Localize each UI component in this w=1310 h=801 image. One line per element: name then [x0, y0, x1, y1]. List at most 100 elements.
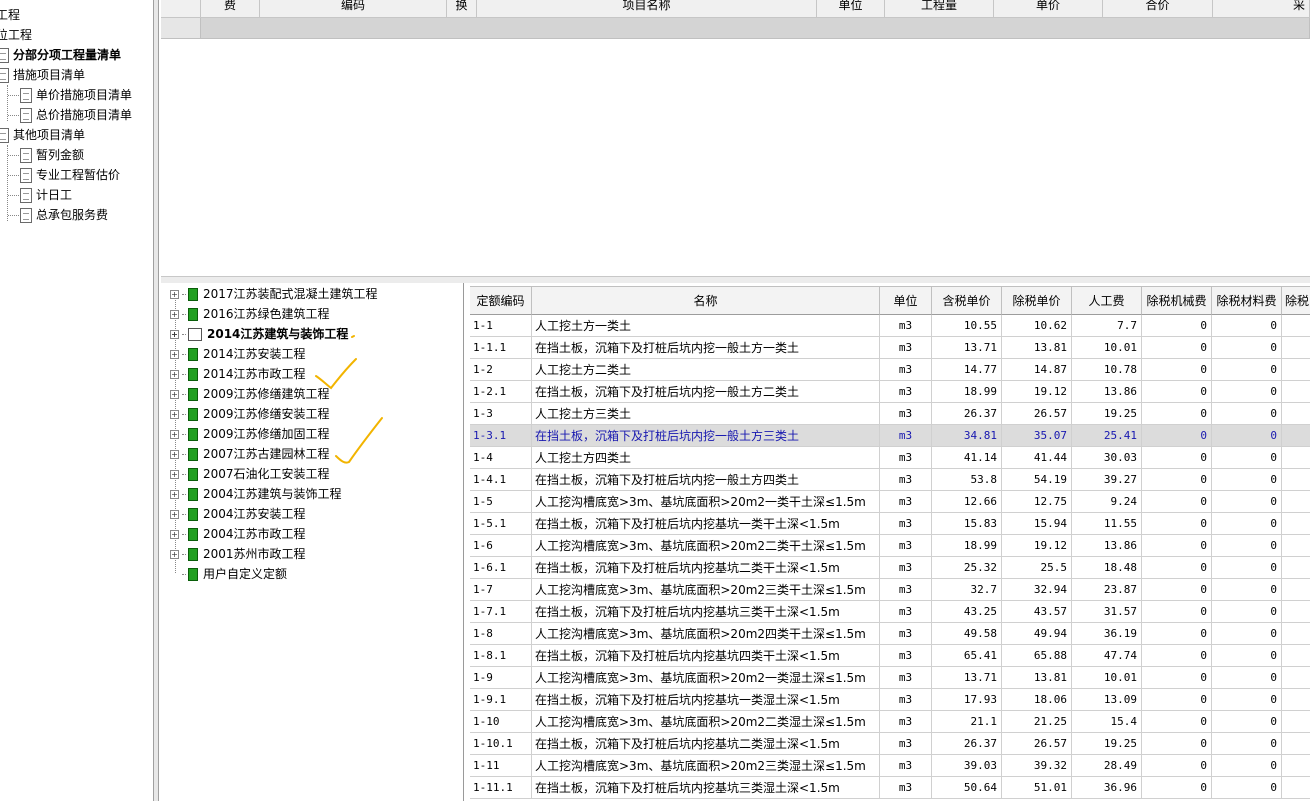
library-tree-item[interactable]: +2014江苏建筑与装饰工程	[170, 324, 348, 344]
project-tree-item[interactable]: 措施项目清单	[0, 65, 85, 85]
library-tree-item[interactable]: +2001苏州市政工程	[170, 544, 306, 564]
header-unit[interactable]: 单位	[880, 286, 932, 315]
bill-item-row[interactable]	[201, 18, 1310, 39]
book-icon	[188, 308, 198, 321]
header-quantity[interactable]: 工程量	[885, 0, 994, 18]
expand-icon[interactable]: +	[170, 370, 179, 379]
tax-excl-price-cell: 51.01	[1002, 777, 1072, 799]
quota-row[interactable]: 1-6 人工挖沟槽底宽>3m、基坑底面积>20m2二类干土深≤1.5m m3 18.9…	[470, 535, 1310, 557]
quota-row[interactable]: 1-6.1 在挡土板，沉箱下及打桩后坑内挖基坑二类干土深<1.5m m3 25.32 2…	[470, 557, 1310, 579]
horizontal-splitter[interactable]	[161, 276, 1310, 283]
project-tree-item-label: 总承包服务费	[36, 208, 109, 222]
header-tax-excl-price[interactable]: 除税单价	[1002, 286, 1072, 315]
quota-row[interactable]: 1-11 人工挖沟槽底宽>3m、基坑底面积>20m2三类湿土深≤1.5m m3 39.…	[470, 755, 1310, 777]
expand-icon[interactable]: +	[170, 350, 179, 359]
quota-row[interactable]: 1-11.1 在挡土板，沉箱下及打桩后坑内挖基坑三类湿土深<1.5m m3 50.64…	[470, 777, 1310, 799]
quota-name-cell: 在挡土板，沉箱下及打桩后坑内挖一般土方三类土	[532, 425, 880, 447]
header-total-price[interactable]: 合价	[1103, 0, 1213, 18]
library-tree-item[interactable]: +2009江苏修缮安装工程	[170, 404, 330, 424]
header-replace[interactable]: 换	[447, 0, 477, 18]
machine-cost-cell: 0	[1142, 623, 1212, 645]
header-labor-cost[interactable]: 人工费	[1072, 286, 1142, 315]
header-tax-incl-price[interactable]: 含税单价	[932, 286, 1002, 315]
tax-excl-other-cell	[1282, 491, 1310, 513]
tax-incl-price-cell: 21.1	[932, 711, 1002, 733]
project-tree-item[interactable]: 专业工程暂估价	[20, 165, 120, 185]
library-tree-item[interactable]: +2009江苏修缮加固工程	[170, 424, 330, 444]
expand-icon[interactable]: +	[170, 290, 179, 299]
labor-cost-cell: 30.03	[1072, 447, 1142, 469]
project-tree-item[interactable]: 计日工	[20, 185, 72, 205]
library-tree-item[interactable]: +2004江苏市政工程	[170, 524, 306, 544]
project-tree-item[interactable]: 位工程	[0, 25, 32, 45]
library-tree-item[interactable]: 用户自定义定额	[170, 564, 287, 584]
library-tree-item[interactable]: +2004江苏安装工程	[170, 504, 306, 524]
expand-icon[interactable]: +	[170, 510, 179, 519]
tax-incl-price-cell: 49.58	[932, 623, 1002, 645]
library-tree-item[interactable]: +2009江苏修缮建筑工程	[170, 384, 330, 404]
material-cost-cell: 0	[1212, 535, 1282, 557]
project-tree-item[interactable]: 分部分项工程量清单	[0, 45, 121, 65]
library-tree-item[interactable]: +2014江苏市政工程	[170, 364, 306, 384]
header-unit-price[interactable]: 单价	[994, 0, 1103, 18]
tax-incl-price-cell: 43.25	[932, 601, 1002, 623]
quota-row[interactable]: 1-9 人工挖沟槽底宽>3m、基坑底面积>20m2一类湿土深≤1.5m m3 13.7…	[470, 667, 1310, 689]
tax-incl-price-cell: 41.14	[932, 447, 1002, 469]
expand-icon[interactable]: +	[170, 430, 179, 439]
tax-incl-price-cell: 10.55	[932, 315, 1002, 337]
header-tax-excl-other[interactable]: 除税	[1282, 286, 1310, 315]
expand-icon[interactable]: +	[170, 410, 179, 419]
library-tree-item[interactable]: +2014江苏安装工程	[170, 344, 306, 364]
project-tree-item[interactable]: 工程	[0, 5, 20, 25]
quota-row[interactable]: 1-10.1 在挡土板，沉箱下及打桩后坑内挖基坑二类湿土深<1.5m m3 26.37…	[470, 733, 1310, 755]
quota-row[interactable]: 1-7 人工挖沟槽底宽>3m、基坑底面积>20m2三类干土深≤1.5m m3 32.7…	[470, 579, 1310, 601]
quota-row[interactable]: 1-5.1 在挡土板，沉箱下及打桩后坑内挖基坑一类干土深<1.5m m3 15.83 1…	[470, 513, 1310, 535]
quota-row[interactable]: 1-5 人工挖沟槽底宽>3m、基坑底面积>20m2一类干土深≤1.5m m3 12.6…	[470, 491, 1310, 513]
project-tree-item[interactable]: 其他项目清单	[0, 125, 85, 145]
library-tree-item[interactable]: +2016江苏绿色建筑工程	[170, 304, 330, 324]
expand-icon[interactable]: +	[170, 450, 179, 459]
header-unit[interactable]: 单位	[817, 0, 885, 18]
quota-row[interactable]: 1-8 人工挖沟槽底宽>3m、基坑底面积>20m2四类干土深≤1.5m m3 49.5…	[470, 623, 1310, 645]
expand-icon[interactable]: +	[170, 550, 179, 559]
quota-row[interactable]: 1-1 人工挖土方一类土 m3 10.55 10.62 7.7 0 0	[470, 315, 1310, 337]
quota-row[interactable]: 1-3.1 在挡土板，沉箱下及打桩后坑内挖一般土方三类土 m3 34.81 35.07 2…	[470, 425, 1310, 447]
quota-row[interactable]: 1-2.1 在挡土板，沉箱下及打桩后坑内挖一般土方二类土 m3 18.99 19.12 1…	[470, 381, 1310, 403]
quota-row[interactable]: 1-4.1 在挡土板，沉箱下及打桩后坑内挖一般土方四类土 m3 53.8 54.19 39…	[470, 469, 1310, 491]
project-tree-item[interactable]: 总价措施项目清单	[20, 105, 132, 125]
header-purchase[interactable]: 采	[1213, 0, 1310, 18]
quota-row[interactable]: 1-4 人工挖土方四类土 m3 41.14 41.44 30.03 0 0	[470, 447, 1310, 469]
vertical-splitter[interactable]	[153, 0, 159, 801]
expand-icon[interactable]: +	[170, 490, 179, 499]
header-item-name[interactable]: 项目名称	[477, 0, 817, 18]
quota-row[interactable]: 1-3 人工挖土方三类土 m3 26.37 26.57 19.25 0 0	[470, 403, 1310, 425]
quota-row[interactable]: 1-10 人工挖沟槽底宽>3m、基坑底面积>20m2二类湿土深≤1.5m m3 21.…	[470, 711, 1310, 733]
header-quota-code[interactable]: 定额编码	[470, 286, 532, 315]
library-tree-item[interactable]: +2007江苏古建园林工程	[170, 444, 330, 464]
quota-row[interactable]: 1-2 人工挖土方二类土 m3 14.77 14.87 10.78 0 0	[470, 359, 1310, 381]
quota-row[interactable]: 1-7.1 在挡土板，沉箱下及打桩后坑内挖基坑三类干土深<1.5m m3 43.25 4…	[470, 601, 1310, 623]
tax-excl-other-cell	[1282, 601, 1310, 623]
project-tree-item[interactable]: 单价措施项目清单	[20, 85, 132, 105]
quota-row[interactable]: 1-1.1 在挡土板，沉箱下及打桩后坑内挖一般土方一类土 m3 13.71 13.81 1…	[470, 337, 1310, 359]
expand-icon[interactable]: +	[170, 390, 179, 399]
expand-icon[interactable]: +	[170, 330, 179, 339]
project-tree-item[interactable]: 暂列金额	[20, 145, 84, 165]
tree-connector	[182, 574, 186, 575]
expand-icon[interactable]: +	[170, 530, 179, 539]
library-tree-item[interactable]: +2017江苏装配式混凝土建筑工程	[170, 284, 378, 304]
project-tree-item[interactable]: 总承包服务费	[20, 205, 108, 225]
header-code[interactable]: 编码	[260, 0, 447, 18]
header-name[interactable]: 名称	[532, 286, 880, 315]
header-machine-cost[interactable]: 除税机械费	[1142, 286, 1212, 315]
quota-row[interactable]: 1-8.1 在挡土板，沉箱下及打桩后坑内挖基坑四类干土深<1.5m m3 65.41 6…	[470, 645, 1310, 667]
library-tree-item[interactable]: +2004江苏建筑与装饰工程	[170, 484, 342, 504]
quota-row[interactable]: 1-9.1 在挡土板，沉箱下及打桩后坑内挖基坑一类湿土深<1.5m m3 17.93 1…	[470, 689, 1310, 711]
header-fee[interactable]: 费	[201, 0, 260, 18]
header-material-cost[interactable]: 除税材料费	[1212, 286, 1282, 315]
expand-icon[interactable]: +	[170, 310, 179, 319]
quota-code-cell: 1-9.1	[470, 689, 532, 711]
expand-icon[interactable]: +	[170, 470, 179, 479]
library-tree-item[interactable]: +2007石油化工安装工程	[170, 464, 330, 484]
row-header-cell[interactable]	[161, 18, 201, 39]
